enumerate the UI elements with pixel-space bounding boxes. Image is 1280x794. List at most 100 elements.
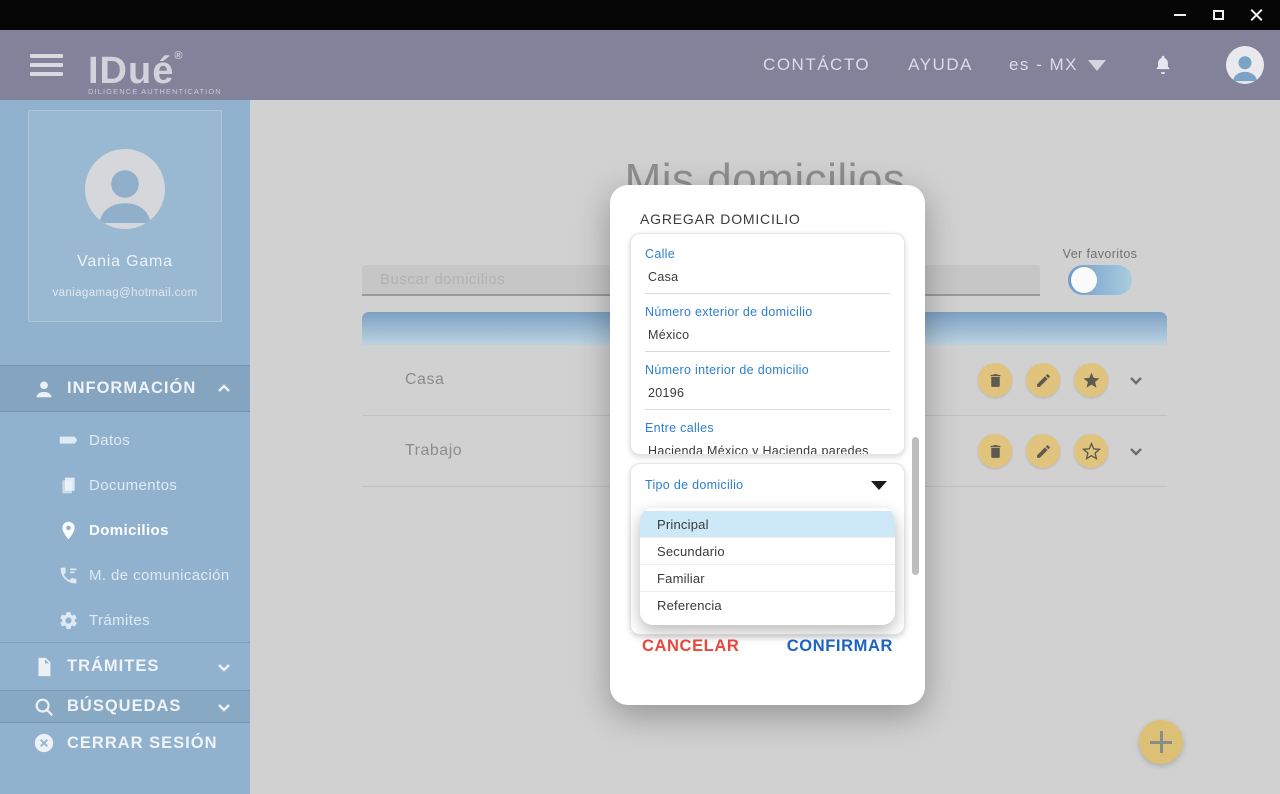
profile-name: Vania Gama <box>77 253 173 270</box>
calle-field[interactable]: Casa <box>645 270 890 284</box>
entre-calles-field[interactable]: Hacienda México y Hacienda paredes <box>645 444 890 454</box>
row-actions <box>978 434 1144 468</box>
registered-mark: ® <box>174 50 184 62</box>
chevron-down-icon <box>1088 59 1106 71</box>
chevron-down-icon[interactable] <box>1128 372 1144 388</box>
field-underline <box>645 409 890 410</box>
chevron-down-icon[interactable] <box>1128 443 1144 459</box>
hamburger-icon[interactable] <box>30 54 63 76</box>
field-label: Entre calles <box>645 421 714 435</box>
sidebar-item-domicilios[interactable]: Domicilios <box>0 508 250 553</box>
nav-contact-link[interactable]: CONTÁCTO <box>763 55 870 75</box>
search-icon <box>35 698 54 716</box>
favorites-toggle-label: Ver favoritos <box>1062 247 1138 261</box>
add-address-modal: AGREGAR DOMICILIO Calle Casa Número exte… <box>610 185 925 705</box>
modal-title: AGREGAR DOMICILIO <box>640 211 801 227</box>
sidebar-item-label: Datos <box>89 432 131 449</box>
card-icon <box>59 436 78 444</box>
field-underline <box>645 351 890 352</box>
logo-title: IDué <box>88 50 175 92</box>
sidebar-item-label: Trámites <box>89 612 150 629</box>
section-label: INFORMACIÓN <box>67 379 197 397</box>
sidebar: Vania Gama vaniagamag@hotmail.com INFORM… <box>0 100 250 794</box>
star-icon[interactable] <box>1074 363 1108 397</box>
chevron-down-icon <box>218 703 230 712</box>
field-label: Número exterior de domicilio <box>645 305 813 319</box>
gear-icon <box>60 612 77 629</box>
sidebar-section-informacion[interactable]: INFORMACIÓN <box>0 365 250 412</box>
nav-help-link[interactable]: AYUDA <box>908 55 973 75</box>
sidebar-item-label: M. de comunicación <box>89 567 230 584</box>
logo-subtitle: DILIGENCE AUTHENTICATION <box>88 87 222 96</box>
header-nav: CONTÁCTO AYUDA es - MX <box>763 30 1280 100</box>
avatar[interactable] <box>1226 46 1264 84</box>
modal-scrollbar[interactable] <box>912 437 919 575</box>
sidebar-item-label: Documentos <box>89 477 178 494</box>
location-pin-icon <box>62 521 75 540</box>
star-outline-icon[interactable] <box>1074 434 1108 468</box>
form-field: Calle Casa <box>645 247 890 294</box>
sidebar-section-tramites[interactable]: TRÁMITES <box>0 642 250 690</box>
window-titlebar <box>0 0 1280 30</box>
plus-icon <box>1150 731 1172 753</box>
dropdown-option-familiar[interactable]: Familiar <box>640 565 895 592</box>
field-label: Calle <box>645 247 675 261</box>
sidebar-item-tramites[interactable]: Trámites <box>0 598 250 643</box>
trash-icon[interactable] <box>978 363 1012 397</box>
sidebar-item-documentos[interactable]: Documentos <box>0 463 250 508</box>
profile-card: Vania Gama vaniagamag@hotmail.com <box>28 110 222 322</box>
documents-icon <box>62 477 75 494</box>
field-label: Tipo de domicilio <box>645 478 744 492</box>
form-field: Número exterior de domicilio México <box>645 305 890 352</box>
language-selector[interactable]: es - MX <box>1009 55 1106 75</box>
phone-icon <box>60 567 77 584</box>
sidebar-item-label: Domicilios <box>89 522 169 539</box>
app-header: IDué® DILIGENCE AUTHENTICATION CONTÁCTO … <box>0 30 1280 100</box>
chevron-down-icon <box>218 663 230 672</box>
sidebar-information-items: Datos Documentos Domicilios M. de comuni… <box>0 418 250 643</box>
address-form-card: Calle Casa Número exterior de domicilio … <box>630 233 905 455</box>
row-actions <box>978 363 1144 397</box>
field-label: Número interior de domicilio <box>645 363 810 377</box>
chevron-up-icon <box>218 383 230 392</box>
favorites-toggle[interactable] <box>1068 265 1132 295</box>
sidebar-item-datos[interactable]: Datos <box>0 418 250 463</box>
address-name: Casa <box>405 371 445 388</box>
maximize-icon[interactable] <box>1210 7 1226 23</box>
minimize-icon[interactable] <box>1172 7 1188 23</box>
person-icon <box>36 380 52 397</box>
modal-actions: CANCELAR CONFIRMAR <box>610 637 925 656</box>
dropdown-option-principal[interactable]: Principal <box>640 511 895 538</box>
close-circle-icon <box>34 733 54 753</box>
dropdown-option-secundario[interactable]: Secundario <box>640 538 895 565</box>
section-label: CERRAR SESIÓN <box>67 733 218 752</box>
section-label: BÚSQUEDAS <box>67 697 182 715</box>
type-dropdown: Principal Secundario Familiar Referencia <box>640 508 895 625</box>
profile-email: vaniagamag@hotmail.com <box>52 287 198 299</box>
bell-icon[interactable] <box>1152 54 1174 76</box>
app-window: IDué® DILIGENCE AUTHENTICATION CONTÁCTO … <box>0 0 1280 794</box>
address-name: Trabajo <box>405 442 463 459</box>
section-label: TRÁMITES <box>67 657 160 675</box>
profile-avatar <box>85 149 165 229</box>
sidebar-section-busquedas[interactable]: BÚSQUEDAS <box>0 690 250 723</box>
sidebar-logout[interactable]: CERRAR SESIÓN <box>0 723 250 763</box>
pencil-icon[interactable] <box>1026 363 1060 397</box>
sidebar-item-medios-comunicacion[interactable]: M. de comunicación <box>0 553 250 598</box>
document-icon <box>38 657 51 676</box>
numero-interior-field[interactable]: 20196 <box>645 386 890 400</box>
numero-exterior-field[interactable]: México <box>645 328 890 342</box>
toggle-knob <box>1071 267 1097 293</box>
form-field: Entre calles Hacienda México y Hacienda … <box>645 421 890 454</box>
app-logo: IDué® DILIGENCE AUTHENTICATION <box>88 36 222 96</box>
pencil-icon[interactable] <box>1026 434 1060 468</box>
dropdown-option-referencia[interactable]: Referencia <box>640 592 895 619</box>
add-address-button[interactable] <box>1139 720 1183 764</box>
cancel-button[interactable]: CANCELAR <box>642 637 739 656</box>
trash-icon[interactable] <box>978 434 1012 468</box>
close-icon[interactable] <box>1248 7 1264 23</box>
field-underline <box>645 293 890 294</box>
confirm-button[interactable]: CONFIRMAR <box>787 637 893 656</box>
dropdown-arrow-icon[interactable] <box>871 481 887 490</box>
language-value: es - MX <box>1008 55 1078 74</box>
